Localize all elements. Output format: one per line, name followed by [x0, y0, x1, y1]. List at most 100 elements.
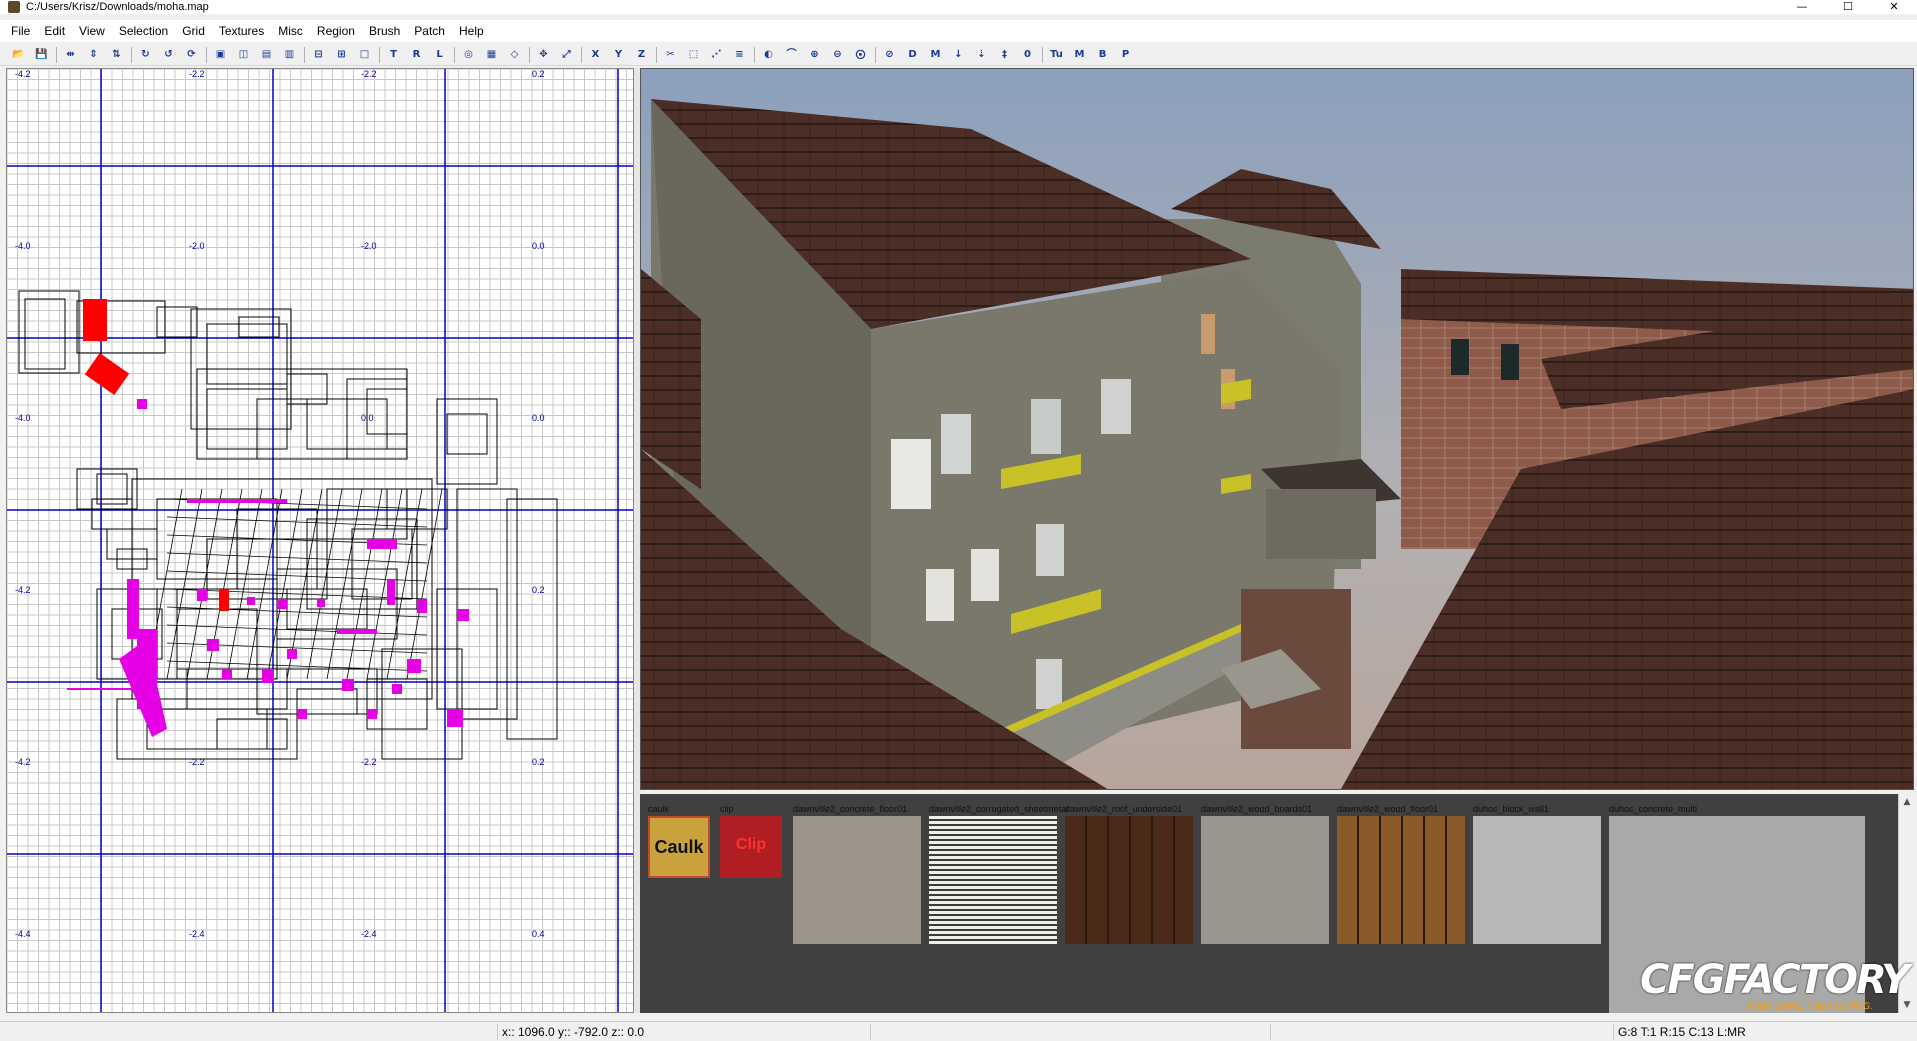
entity-marker[interactable] — [387, 579, 395, 605]
flip-z-icon[interactable]: ⇅ — [108, 46, 125, 63]
entity-marker[interactable] — [367, 539, 397, 549]
brush-outline[interactable] — [196, 368, 408, 460]
camera-move-icon[interactable]: ✥ — [535, 46, 552, 63]
textures-view-icon[interactable]: ▦ — [483, 46, 500, 63]
select-complete-icon[interactable]: ▣ — [212, 46, 229, 63]
axis-z-icon[interactable]: Z — [633, 46, 650, 63]
menu-selection[interactable]: Selection — [112, 20, 175, 42]
hollow-icon[interactable]: □ — [356, 46, 373, 63]
select-partial-icon[interactable]: ▤ — [258, 46, 275, 63]
texture-swatch[interactable]: Caulk — [648, 816, 710, 878]
entity-marker[interactable] — [197, 589, 207, 601]
menu-view[interactable]: View — [72, 20, 112, 42]
texture-swatch[interactable] — [1337, 816, 1465, 944]
mapinfo-icon[interactable]: M — [927, 46, 944, 63]
texture-swatch[interactable] — [929, 816, 1057, 944]
minimize-button[interactable]: — — [1779, 0, 1825, 14]
entity-marker[interactable] — [392, 684, 402, 694]
drag-edges-icon[interactable]: ⬚ — [685, 46, 702, 63]
menu-grid[interactable]: Grid — [175, 20, 212, 42]
cycle-layer-icon[interactable]: L — [431, 46, 448, 63]
entity-marker[interactable] — [297, 709, 307, 719]
rotate-x-icon[interactable]: ↻ — [137, 46, 154, 63]
point-down-icon[interactable]: ↓ — [950, 46, 967, 63]
open-icon[interactable]: 📂 — [10, 46, 27, 63]
menu-file[interactable]: File — [4, 20, 37, 42]
patch-insert-icon[interactable]: ⊕ — [806, 46, 823, 63]
texture-swatch[interactable]: Clip — [720, 816, 782, 878]
texture-lock-icon[interactable]: T — [385, 46, 402, 63]
patch-delete-icon[interactable]: ⊖ — [829, 46, 846, 63]
entity-marker[interactable] — [367, 709, 377, 719]
rotate-z-icon[interactable]: ⟳ — [183, 46, 200, 63]
patch-drill-icon[interactable]: ⊘ — [881, 46, 898, 63]
grid-canvas[interactable]: -4.2 -2.2 -2.2 0.2-4.0 -2.0 -2.0 0.0-4.0 0.0 0.0… — [7, 69, 634, 1013]
view-change-icon[interactable]: ◎ — [460, 46, 477, 63]
texture-rotate-lock-icon[interactable]: R — [408, 46, 425, 63]
scroll-up-icon[interactable]: ▲ — [1899, 794, 1915, 810]
cubic-clip-icon[interactable]: ◇ — [506, 46, 523, 63]
entity-marker[interactable] — [317, 599, 325, 607]
flip-y-icon[interactable]: ⇕ — [85, 46, 102, 63]
drag-vertices-icon[interactable]: ⋰ — [708, 46, 725, 63]
menu-help[interactable]: Help — [452, 20, 491, 42]
texture-p-icon[interactable]: P — [1117, 46, 1134, 63]
entity-marker[interactable] — [187, 499, 287, 503]
entity-marker[interactable] — [247, 597, 255, 605]
selected-brush[interactable] — [83, 299, 107, 341]
entity-marker[interactable] — [342, 679, 354, 691]
texture-m-icon[interactable]: M — [1071, 46, 1088, 63]
flip-x-icon[interactable]: ⇹ — [62, 46, 79, 63]
entity-marker[interactable] — [447, 709, 463, 727]
entity-marker[interactable] — [417, 599, 427, 613]
entity-marker[interactable] — [137, 399, 147, 409]
brush-outline[interactable] — [446, 413, 488, 455]
brush-outline[interactable] — [436, 398, 498, 485]
patch-redisperse-icon[interactable]: D — [904, 46, 921, 63]
save-icon[interactable]: 💾 — [33, 46, 50, 63]
entity-marker[interactable] — [207, 639, 219, 651]
brush-outline[interactable] — [381, 648, 463, 760]
close-button[interactable]: ✕ — [1871, 0, 1917, 14]
texture-swatch[interactable] — [793, 816, 921, 944]
entity-marker[interactable] — [222, 669, 232, 679]
brush-outline[interactable] — [206, 388, 288, 450]
brush-outline[interactable] — [256, 668, 378, 715]
maximize-button[interactable]: ☐ — [1825, 0, 1871, 14]
menu-patch[interactable]: Patch — [407, 20, 452, 42]
texture-u-icon[interactable]: Tu — [1048, 46, 1065, 63]
entity-marker[interactable] — [407, 659, 421, 673]
texture-swatch[interactable] — [1473, 816, 1601, 944]
clipper-icon[interactable]: ✂ — [662, 46, 679, 63]
patch-weld-icon[interactable]: ⨀ — [852, 46, 869, 63]
entity-marker[interactable] — [287, 649, 297, 659]
scale-icon[interactable]: ⤢ — [558, 46, 575, 63]
rotate-y-icon[interactable]: ↺ — [160, 46, 177, 63]
entity-marker[interactable] — [337, 629, 377, 634]
show-patches-icon[interactable]: ◐ — [760, 46, 777, 63]
csg-merge-icon[interactable]: ⊞ — [333, 46, 350, 63]
csg-subtract-icon[interactable]: ⊟ — [310, 46, 327, 63]
camera-view-3d[interactable] — [640, 68, 1914, 790]
grid-view-2d[interactable]: -4.2 -2.2 -2.2 0.2 -4.0 -2.0 -2.0 0.0 -4.0 0.0 0.0… — [6, 68, 634, 1013]
zero-icon[interactable]: 0 — [1019, 46, 1036, 63]
texture-swatch[interactable] — [1201, 816, 1329, 944]
camera-scene[interactable] — [641, 69, 1914, 790]
texture-b-icon[interactable]: B — [1094, 46, 1111, 63]
menu-region[interactable]: Region — [310, 20, 362, 42]
entity-marker[interactable] — [262, 669, 274, 683]
menu-edit[interactable]: Edit — [37, 20, 72, 42]
menu-misc[interactable]: Misc — [271, 20, 310, 42]
axis-x-icon[interactable]: X — [587, 46, 604, 63]
texture-swatch[interactable] — [1065, 816, 1193, 944]
bend-down-icon[interactable]: ⇣ — [973, 46, 990, 63]
patch-bend-icon[interactable]: ⌒ — [783, 46, 800, 63]
brush-outline[interactable] — [206, 323, 288, 385]
show-count-icon[interactable]: ‡ — [996, 46, 1013, 63]
entity-marker[interactable] — [457, 609, 469, 621]
select-inside-icon[interactable]: ▥ — [281, 46, 298, 63]
select-touching-icon[interactable]: ◫ — [235, 46, 252, 63]
entity-list-icon[interactable]: ≡ — [731, 46, 748, 63]
entity-marker[interactable] — [277, 599, 287, 609]
axis-y-icon[interactable]: Y — [610, 46, 627, 63]
